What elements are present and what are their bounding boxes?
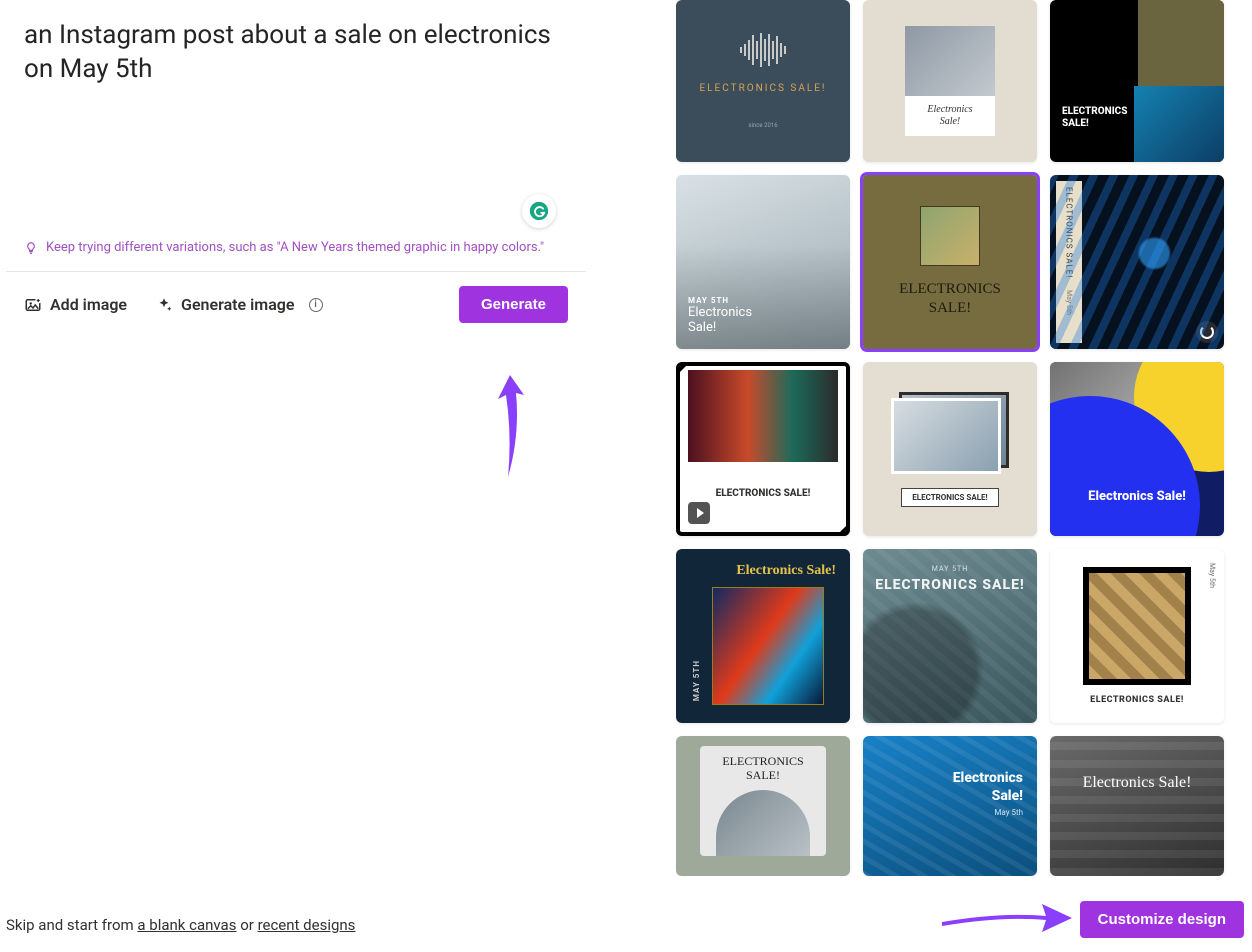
template-tile[interactable]: ELECTRONICS SALE!: [863, 362, 1037, 536]
grammarly-icon[interactable]: [522, 194, 556, 228]
template-tile[interactable]: Electronics Sale!: [1050, 362, 1224, 536]
tile-title: ELECTRONICSSALE!: [899, 280, 1001, 318]
tile-date: May 5th: [1065, 290, 1073, 315]
hint-text: Keep trying different variations, such a…: [46, 240, 544, 255]
prompt-text-value: an Instagram post about a sale on electr…: [24, 20, 551, 84]
customize-design-label: Customize design: [1098, 911, 1226, 928]
add-image-button[interactable]: Add image: [24, 295, 127, 314]
template-tile[interactable]: Electronics Sale!: [1050, 736, 1224, 876]
tile-sub: since 2016: [748, 122, 777, 129]
customize-design-button[interactable]: Customize design: [1080, 901, 1244, 938]
tile-title: ElectronicsSale!: [927, 104, 972, 128]
add-image-label: Add image: [50, 295, 127, 314]
tile-title: Electronics Sale!: [736, 563, 836, 579]
tile-title: ELECTRONICS SALE!: [863, 577, 1037, 593]
tile-title: ELECTRONICSSALE!: [1062, 106, 1127, 130]
tile-title: Electronics: [953, 770, 1023, 786]
template-tile[interactable]: ELECTRONICSSALE!: [676, 736, 850, 876]
recent-designs-link[interactable]: recent designs: [258, 916, 356, 934]
template-tile[interactable]: May 5th ELECTRONICS SALE!: [1050, 549, 1224, 723]
soundwave-icon: [740, 33, 786, 67]
tile-image: [905, 26, 995, 96]
template-tile[interactable]: Electronics Sale! May 5th: [863, 736, 1037, 876]
tile-title: ELECTRONICS SALE!: [699, 83, 826, 94]
template-tile[interactable]: ELECTRONICSSALE!: [1050, 0, 1224, 162]
footer-skip-text: Skip and start from a blank canvas or re…: [6, 916, 355, 934]
tile-image: [712, 587, 824, 705]
tile-image: [920, 206, 980, 266]
template-tile[interactable]: MAY 5TH ElectronicsSale!: [676, 175, 850, 349]
sparkle-icon: [155, 296, 173, 314]
loading-icon: [1196, 321, 1218, 343]
prompt-card: an Instagram post about a sale on electr…: [6, 0, 586, 343]
generate-image-label: Generate image: [181, 295, 294, 314]
tile-title: ELECTRONICS SALE!: [680, 488, 846, 499]
annotation-arrow-generate: [490, 365, 540, 485]
generate-image-button[interactable]: Generate image i: [155, 295, 322, 314]
tile-title: Electronics Sale!: [1050, 774, 1224, 792]
tile-date: MAY 5TH: [688, 296, 729, 305]
tile-title: ELECTRONICS SALE!: [1065, 187, 1074, 278]
tile-image: [891, 398, 1001, 474]
template-tile[interactable]: ELECTRONICS SALE! May 5th: [1050, 175, 1224, 349]
template-tile-selected[interactable]: ELECTRONICSSALE!: [863, 175, 1037, 349]
tile-title: ElectronicsSale!: [688, 305, 752, 335]
blank-canvas-link[interactable]: a blank canvas: [137, 916, 236, 934]
generate-button[interactable]: Generate: [459, 286, 568, 323]
tile-image: [1134, 86, 1224, 162]
tile-date: May 5th: [1208, 563, 1216, 588]
hint-row: Keep trying different variations, such a…: [24, 238, 568, 257]
tile-title-2: Sale!: [992, 788, 1023, 804]
template-tile[interactable]: ELECTRONICS SALE! since 2016: [676, 0, 850, 162]
template-tile[interactable]: ElectronicsSale!: [863, 0, 1037, 162]
tile-date: MAY 5TH: [863, 565, 1037, 573]
lightbulb-icon: [24, 241, 38, 255]
tile-title: ELECTRONICS SALE!: [901, 488, 998, 507]
template-tile[interactable]: Electronics Sale! MAY 5TH: [676, 549, 850, 723]
tile-image: [688, 370, 838, 462]
action-bar: Add image Generate image i Generate: [24, 272, 568, 333]
template-grid: ELECTRONICS SALE! since 2016 Electronics…: [676, 0, 1236, 876]
annotation-arrow-customize: [942, 898, 1072, 938]
tile-title: ELECTRONICS SALE!: [1090, 695, 1184, 705]
image-plus-icon: [24, 296, 42, 314]
generate-button-label: Generate: [481, 296, 546, 313]
tile-image: [1083, 567, 1191, 685]
tile-image: [716, 790, 810, 856]
template-tile[interactable]: ELECTRONICS SALE!: [676, 362, 850, 536]
tile-date: May 5th: [994, 808, 1023, 817]
template-tile[interactable]: MAY 5TH ELECTRONICS SALE!: [863, 549, 1037, 723]
tile-title: ELECTRONICSSALE!: [722, 754, 803, 782]
tile-date: MAY 5TH: [692, 660, 701, 701]
prompt-textarea[interactable]: an Instagram post about a sale on electr…: [24, 18, 568, 218]
tile-title: Electronics Sale!: [1050, 489, 1224, 504]
play-icon: [688, 502, 710, 524]
info-icon[interactable]: i: [309, 298, 323, 312]
